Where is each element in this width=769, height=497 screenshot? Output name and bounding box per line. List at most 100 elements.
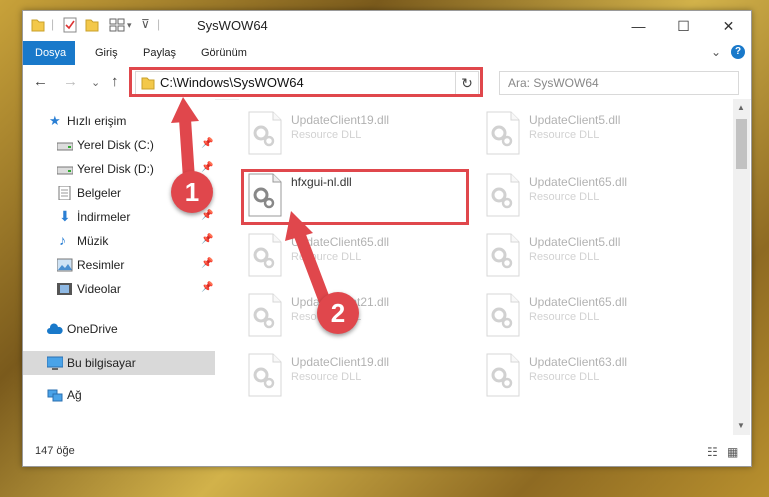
music-icon: ♪ xyxy=(59,232,66,248)
properties-icon[interactable] xyxy=(63,17,77,33)
file-item[interactable]: UpdateClient63.dll Resource DLL xyxy=(479,347,709,403)
maximize-button[interactable]: ☐ xyxy=(661,11,706,41)
separator: | xyxy=(157,17,161,31)
back-button[interactable]: ← xyxy=(33,73,48,90)
file-item[interactable]: UpdateClient65.dll Resource DLL xyxy=(479,287,709,343)
forward-button[interactable]: → xyxy=(63,73,78,90)
customize-dropdown-icon[interactable]: ▾ xyxy=(127,20,132,31)
file-highlight-box xyxy=(241,169,469,225)
file-item[interactable]: UpdateClient65.dll Resource DLL xyxy=(241,227,471,283)
large-icons-view-icon[interactable]: ▦ xyxy=(727,445,738,459)
cloud-icon xyxy=(47,323,63,334)
sidebar-item-network[interactable]: Ağ xyxy=(23,383,215,407)
drive-icon xyxy=(57,142,73,151)
pin-icon[interactable]: 📌 xyxy=(201,162,213,173)
scroll-down-icon[interactable]: ▼ xyxy=(737,421,745,430)
details-view-icon[interactable]: ☷ xyxy=(707,445,718,459)
vertical-scrollbar[interactable]: ▲ ▼ xyxy=(733,99,750,435)
file-item[interactable]: UpdateClient19.dll Resource DLL xyxy=(241,105,471,161)
file-type: Resource DLL xyxy=(529,371,600,383)
file-name: UpdateClient65.dll xyxy=(291,235,390,249)
separator: | xyxy=(51,17,55,31)
sidebar-item-pictures[interactable]: Resimler 📌 xyxy=(23,253,215,277)
dll-file-icon xyxy=(248,111,282,155)
computer-icon xyxy=(47,356,63,370)
search-placeholder: Ara: SysWOW64 xyxy=(508,76,599,90)
file-list: UpdateClient19.dll Resource DLL UpdateClie… xyxy=(239,99,733,435)
file-name: UpdateClient65.dll xyxy=(529,175,628,189)
pin-icon[interactable]: 📌 xyxy=(201,258,213,269)
sidebar-item-label: İndirmeler xyxy=(77,210,131,224)
file-name: UpdateClient5.dll xyxy=(529,113,621,127)
tab-dosya[interactable]: Dosya xyxy=(23,41,75,65)
sidebar-item-local-disk-c[interactable]: Yerel Disk (C:) 📌 xyxy=(23,133,215,157)
pictures-icon xyxy=(57,258,73,272)
file-item[interactable]: UpdateClient19.dll Resource DLL xyxy=(241,347,471,403)
new-folder-icon[interactable] xyxy=(85,17,99,33)
window-title: SysWOW64 xyxy=(197,18,268,33)
download-icon: ⬇ xyxy=(59,208,71,224)
title-bar: | ▾ ⊽ | SysWOW64 — ☐ ✕ xyxy=(23,11,751,41)
sidebar-item-label: Yerel Disk (D:) xyxy=(77,162,154,176)
pin-icon[interactable]: 📌 xyxy=(201,138,213,149)
dll-file-icon xyxy=(248,293,282,337)
sidebar-item-label: Ağ xyxy=(67,388,82,402)
folder-icon xyxy=(31,19,45,32)
dll-file-icon xyxy=(486,233,520,277)
dll-file-icon xyxy=(486,173,520,217)
view-icon[interactable] xyxy=(109,17,125,33)
sidebar-item-label: Yerel Disk (C:) xyxy=(77,138,154,152)
file-type: Resource DLL xyxy=(529,191,600,203)
address-highlight-box xyxy=(129,67,483,97)
pin-icon[interactable]: 📌 xyxy=(201,210,213,221)
navigation-pane: ★ Hızlı erişim Yerel Disk (C:) 📌 Yerel D… xyxy=(23,99,215,435)
close-button[interactable]: ✕ xyxy=(706,11,751,41)
file-name: UpdateClient5.dll xyxy=(529,235,621,249)
expand-ribbon-icon[interactable]: ⌄ xyxy=(711,45,721,59)
recent-locations-button[interactable]: ⌄ xyxy=(91,76,100,89)
dll-file-icon xyxy=(486,353,520,397)
file-type: Resource DLL xyxy=(291,371,362,383)
navigation-bar: ← → ⌄ ↑ C:\Windows\SysWOW64 ↻ Ara: SysWO… xyxy=(23,65,751,100)
sidebar-item-label: Bu bilgisayar xyxy=(67,356,136,370)
tab-gorunum[interactable]: Görünüm xyxy=(189,41,259,65)
status-bar: 147 öğe ☷ ▦ xyxy=(23,437,751,465)
dll-file-icon xyxy=(486,293,520,337)
scroll-up-icon[interactable]: ▲ xyxy=(737,103,745,112)
scrollbar-thumb[interactable] xyxy=(736,119,747,169)
up-button[interactable]: ↑ xyxy=(111,73,119,90)
file-type: Resource DLL xyxy=(529,311,600,323)
documents-icon xyxy=(58,186,71,200)
ribbon-tabs: Dosya Giriş Paylaş Görünüm ⌄ ? xyxy=(23,41,751,65)
file-item[interactable]: UpdateClient5.dll Resource DLL xyxy=(479,227,709,283)
dll-file-icon xyxy=(248,233,282,277)
star-icon: ★ xyxy=(49,113,61,128)
sidebar-item-label: Müzik xyxy=(77,234,109,248)
sidebar-item-label: Videolar xyxy=(77,282,121,296)
search-input[interactable]: Ara: SysWOW64 xyxy=(499,71,739,95)
sidebar-item-videos[interactable]: Videolar 📌 xyxy=(23,277,215,301)
file-name: UpdateClient63.dll xyxy=(529,355,628,369)
file-name: UpdateClient19.dll xyxy=(291,355,390,369)
tab-giris[interactable]: Giriş xyxy=(83,41,130,65)
file-type: Resource DLL xyxy=(529,251,600,263)
pin-icon[interactable]: 📌 xyxy=(201,234,213,245)
file-item[interactable]: UpdateClient65.dll Resource DLL xyxy=(479,167,709,223)
pin-icon[interactable]: 📌 xyxy=(201,282,213,293)
file-item[interactable]: UpdateClient5.dll Resource DLL xyxy=(479,105,709,161)
minimize-button[interactable]: — xyxy=(616,11,661,41)
file-name: UpdateClient19.dll xyxy=(291,113,390,127)
step-badge-1: 1 xyxy=(171,171,213,213)
tab-paylas[interactable]: Paylaş xyxy=(131,41,188,65)
file-type: Resource DLL xyxy=(529,129,600,141)
sidebar-item-onedrive[interactable]: OneDrive xyxy=(23,317,215,341)
help-icon[interactable]: ? xyxy=(731,45,745,59)
sidebar-item-music[interactable]: ♪ Müzik 📌 xyxy=(23,229,215,253)
file-type: Resource DLL xyxy=(291,129,362,141)
quick-access-menu-icon[interactable]: ⊽ xyxy=(141,17,150,31)
explorer-window: | ▾ ⊽ | SysWOW64 — ☐ ✕ Dosya Giriş Payla… xyxy=(22,10,752,467)
sidebar-item-this-pc[interactable]: Bu bilgisayar xyxy=(23,351,215,375)
sidebar-item-quick-access[interactable]: ★ Hızlı erişim xyxy=(23,109,215,133)
file-type: Resource DLL xyxy=(291,251,362,263)
item-count: 147 öğe xyxy=(35,445,75,457)
